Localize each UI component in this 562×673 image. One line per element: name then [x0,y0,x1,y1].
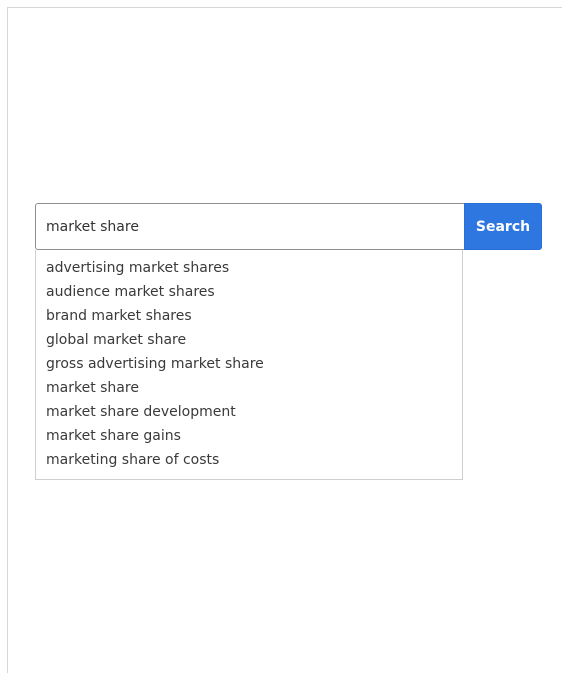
search-input[interactable] [35,203,464,250]
suggestion-dropdown: advertising market shares audience marke… [35,250,463,480]
suggestion-item[interactable]: brand market shares [36,304,462,328]
suggestion-item[interactable]: market share gains [36,424,462,448]
search-area: Search advertising market shares audienc… [35,203,542,480]
suggestion-item[interactable]: market share [36,376,462,400]
search-bar: Search [35,203,542,250]
search-button[interactable]: Search [464,203,542,250]
suggestion-item[interactable]: advertising market shares [36,256,462,280]
suggestion-item[interactable]: audience market shares [36,280,462,304]
suggestion-item[interactable]: global market share [36,328,462,352]
suggestion-item[interactable]: market share development [36,400,462,424]
suggestion-item[interactable]: marketing share of costs [36,448,462,472]
suggestion-item[interactable]: gross advertising market share [36,352,462,376]
